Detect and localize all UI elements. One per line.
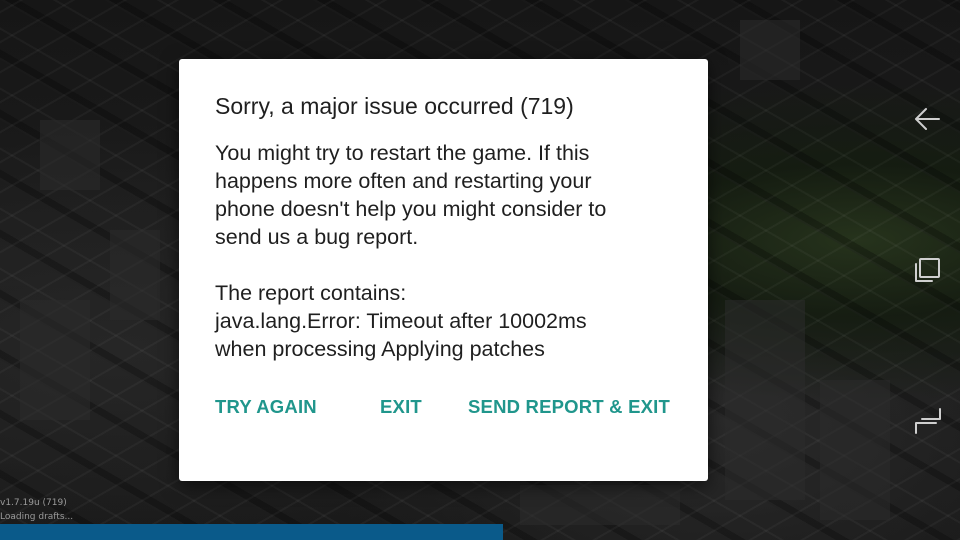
message-line: phone doesn't help you might consider to	[215, 197, 607, 221]
navigation-bar	[900, 0, 960, 540]
send-report-exit-button[interactable]: SEND REPORT & EXIT	[468, 395, 670, 419]
error-dialog: Sorry, a major issue occurred (719) You …	[179, 59, 708, 481]
dialog-actions: TRY AGAIN EXIT SEND REPORT & EXIT	[179, 395, 708, 419]
report-line: The report contains:	[215, 281, 407, 305]
home-icon[interactable]	[910, 403, 946, 439]
loading-progress-bar	[0, 524, 960, 540]
version-label: v1.7.19u (719)	[0, 498, 67, 508]
progress-fill	[0, 524, 504, 540]
back-arrow-icon[interactable]	[910, 101, 946, 137]
screen: Sorry, a major issue occurred (719) You …	[0, 0, 960, 540]
report-line: when processing Applying patches	[215, 337, 545, 361]
recents-icon[interactable]	[910, 252, 946, 288]
dialog-title: Sorry, a major issue occurred (719)	[215, 93, 574, 119]
exit-button[interactable]: EXIT	[380, 395, 422, 419]
try-again-button[interactable]: TRY AGAIN	[215, 395, 317, 419]
message-line: send us a bug report.	[215, 225, 419, 249]
message-line: happens more often and restarting your	[215, 169, 592, 193]
report-line: java.lang.Error: Timeout after 10002ms	[215, 309, 587, 333]
dialog-message: You might try to restart the game. If th…	[215, 139, 685, 363]
loading-label: Loading drafts...	[0, 512, 74, 522]
message-line: You might try to restart the game. If th…	[215, 141, 590, 165]
version-info: v1.7.19u (719) Loading drafts...	[0, 496, 73, 524]
